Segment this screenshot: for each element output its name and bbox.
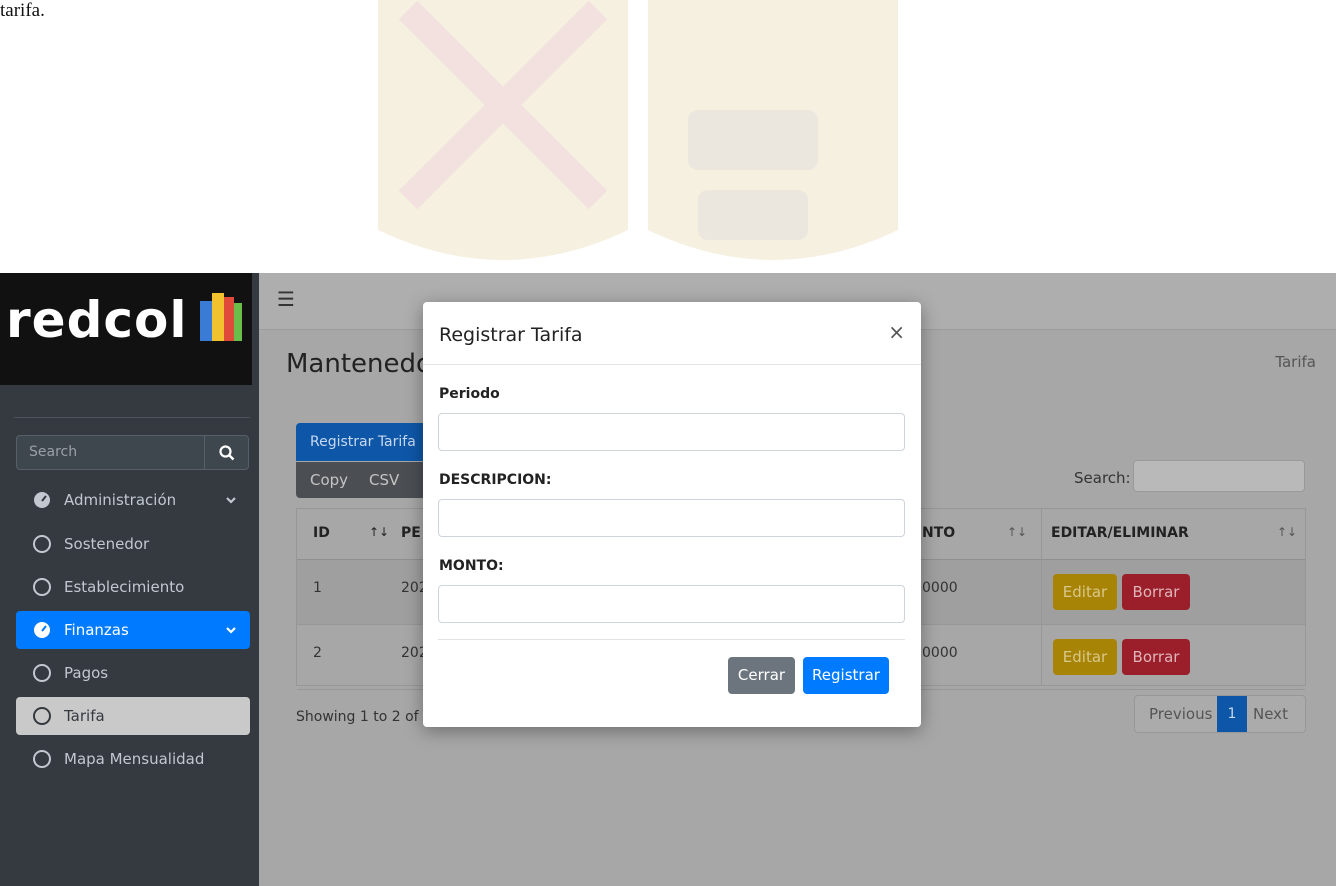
sidebar-item-establecimiento[interactable]: Establecimiento bbox=[16, 568, 250, 606]
delete-button[interactable]: Borrar bbox=[1122, 639, 1190, 675]
circle-icon bbox=[33, 707, 51, 725]
sidebar-search-button[interactable] bbox=[204, 435, 249, 470]
periodo-label: Periodo bbox=[439, 386, 500, 402]
column-header-id[interactable]: ID bbox=[313, 525, 330, 541]
cerrar-button[interactable]: Cerrar bbox=[728, 657, 795, 694]
cell-monto: 0000 bbox=[922, 580, 958, 596]
books-logo-icon bbox=[200, 293, 242, 341]
periodo-input[interactable] bbox=[438, 413, 905, 451]
register-tarifa-button[interactable]: Registrar Tarifa bbox=[296, 423, 426, 461]
registrar-button[interactable]: Registrar bbox=[803, 657, 889, 694]
sidebar-item-pagos[interactable]: Pagos bbox=[16, 654, 250, 692]
cell-id: 2 bbox=[313, 645, 322, 661]
next-page-button[interactable]: Next bbox=[1253, 705, 1288, 723]
monto-label: MONTO: bbox=[439, 558, 504, 574]
sidebar-item-label: Administración bbox=[64, 491, 177, 509]
table-search-label: Search: bbox=[1074, 469, 1131, 487]
hamburger-icon[interactable]: ☰ bbox=[277, 287, 295, 311]
close-icon[interactable]: × bbox=[888, 320, 905, 344]
sidebar-item-finanzas[interactable]: Finanzas bbox=[16, 611, 250, 649]
csv-button[interactable]: CSV bbox=[369, 462, 399, 498]
cell-monto: 0000 bbox=[922, 645, 958, 661]
modal-footer-divider bbox=[438, 639, 905, 640]
document-caption: tarifa. bbox=[0, 0, 45, 21]
tachometer-icon bbox=[34, 492, 50, 508]
descripcion-label: DESCRIPCION: bbox=[439, 472, 552, 488]
page-1-button[interactable]: 1 bbox=[1217, 696, 1247, 732]
circle-icon bbox=[33, 664, 51, 682]
sort-asc-icon: ↑↓ bbox=[369, 525, 390, 539]
sort-icon: ↑↓ bbox=[1007, 525, 1028, 539]
copy-button[interactable]: Copy bbox=[310, 462, 348, 498]
previous-page-button[interactable]: Previous bbox=[1149, 705, 1212, 723]
cell-id: 1 bbox=[313, 580, 322, 596]
sidebar: redcol Search Administración Sostenedor … bbox=[0, 273, 259, 886]
crest-watermark bbox=[378, 0, 898, 260]
delete-button[interactable]: Borrar bbox=[1122, 574, 1190, 610]
pagination: Previous 1 Next bbox=[1134, 695, 1306, 733]
sidebar-item-label: Mapa Mensualidad bbox=[64, 750, 205, 768]
brand-name: redcol bbox=[6, 291, 188, 349]
circle-icon bbox=[33, 750, 51, 768]
descripcion-input[interactable] bbox=[438, 499, 905, 537]
sidebar-item-label: Establecimiento bbox=[64, 578, 185, 596]
column-header-monto[interactable]: NTO bbox=[922, 525, 955, 541]
sidebar-item-tarifa[interactable]: Tarifa bbox=[16, 697, 250, 735]
sidebar-item-label: Pagos bbox=[64, 664, 109, 682]
table-search-input[interactable] bbox=[1133, 460, 1305, 492]
column-header-periodo[interactable]: PE bbox=[401, 525, 421, 541]
sidebar-search-input[interactable]: Search bbox=[16, 435, 204, 470]
chevron-down-icon bbox=[226, 497, 236, 504]
edit-button[interactable]: Editar bbox=[1053, 574, 1117, 610]
modal-title: Registrar Tarifa bbox=[439, 324, 583, 346]
registrar-tarifa-modal: Registrar Tarifa × Periodo DESCRIPCION: … bbox=[423, 302, 921, 727]
sidebar-item-label: Tarifa bbox=[64, 707, 105, 725]
circle-icon bbox=[33, 578, 51, 596]
chevron-down-icon bbox=[226, 627, 236, 634]
sidebar-item-mapa-mensualidad[interactable]: Mapa Mensualidad bbox=[16, 740, 250, 778]
sort-icon: ↑↓ bbox=[1277, 525, 1298, 539]
sidebar-item-administracion[interactable]: Administración bbox=[16, 481, 250, 519]
search-icon bbox=[219, 445, 235, 461]
sidebar-item-label: Finanzas bbox=[64, 621, 129, 639]
column-header-editar-eliminar[interactable]: EDITAR/ELIMINAR bbox=[1051, 525, 1189, 541]
sidebar-item-sostenedor[interactable]: Sostenedor bbox=[16, 525, 250, 563]
page-title: Mantenedo bbox=[286, 349, 432, 379]
circle-icon bbox=[33, 535, 51, 553]
export-button-group: Copy CSV bbox=[296, 462, 426, 498]
column-divider bbox=[1041, 509, 1042, 685]
brand[interactable]: redcol bbox=[0, 273, 252, 385]
sidebar-item-label: Sostenedor bbox=[64, 535, 150, 553]
table-info: Showing 1 to 2 of 2 bbox=[296, 709, 432, 725]
sidebar-divider bbox=[14, 417, 250, 418]
tachometer-icon bbox=[34, 622, 50, 638]
modal-header: Registrar Tarifa × bbox=[423, 302, 921, 365]
breadcrumb[interactable]: Tarifa bbox=[1275, 353, 1316, 371]
monto-input[interactable] bbox=[438, 585, 905, 623]
edit-button[interactable]: Editar bbox=[1053, 639, 1117, 675]
sidebar-search: Search bbox=[16, 435, 249, 472]
